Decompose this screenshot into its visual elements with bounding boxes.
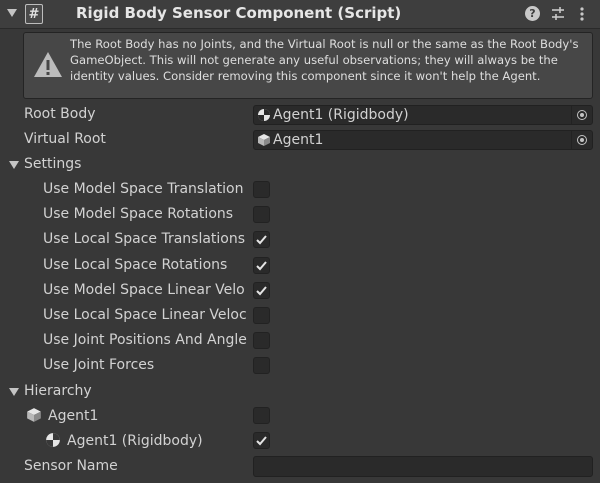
script-icon: # bbox=[25, 4, 43, 24]
collapse-arrow-icon[interactable] bbox=[7, 9, 17, 17]
sensor-name-input[interactable] bbox=[253, 456, 593, 477]
hierarchy-foldout-arrow-icon[interactable] bbox=[9, 388, 19, 396]
object-picker-icon bbox=[577, 110, 587, 120]
checkmark-icon bbox=[256, 235, 267, 245]
gameobject-cube-icon bbox=[258, 134, 270, 146]
warning-helpbox: The Root Body has no Joints, and the Vir… bbox=[23, 32, 593, 99]
virtual-root-field[interactable]: Agent1 bbox=[253, 130, 593, 150]
object-picker-icon bbox=[577, 135, 587, 145]
warning-icon bbox=[34, 52, 62, 77]
help-icon[interactable]: ? bbox=[525, 6, 540, 21]
virtual-root-value: Agent1 bbox=[273, 132, 324, 148]
setting-checkbox[interactable] bbox=[253, 307, 270, 324]
setting-label: Use Model Space Translation bbox=[43, 181, 244, 197]
presets-sliders-icon[interactable] bbox=[550, 6, 566, 22]
root-body-value: Agent1 (Rigidbody) bbox=[273, 107, 409, 123]
hierarchy-checkbox[interactable] bbox=[253, 407, 270, 424]
hierarchy-foldout-label[interactable]: Hierarchy bbox=[24, 383, 92, 399]
setting-label: Use Local Space Translations bbox=[43, 231, 246, 247]
object-picker-button[interactable] bbox=[571, 131, 592, 149]
checkmark-icon bbox=[256, 261, 267, 271]
setting-label: Use Local Space Rotations bbox=[43, 257, 228, 273]
root-body-label: Root Body bbox=[24, 106, 96, 122]
rigidbody-icon bbox=[46, 433, 60, 447]
hierarchy-item-label: Agent1 bbox=[48, 408, 99, 424]
setting-checkbox[interactable] bbox=[253, 332, 270, 349]
hierarchy-item-label: Agent1 (Rigidbody) bbox=[67, 433, 203, 449]
setting-checkbox[interactable] bbox=[253, 257, 270, 274]
setting-label: Use Local Space Linear Veloc bbox=[43, 307, 247, 323]
checkmark-icon bbox=[256, 286, 267, 296]
setting-label: Use Model Space Rotations bbox=[43, 206, 234, 222]
setting-label: Use Joint Positions And Angle bbox=[43, 332, 247, 348]
object-picker-button[interactable] bbox=[571, 106, 592, 124]
setting-label: Use Joint Forces bbox=[43, 357, 155, 373]
gameobject-cube-icon bbox=[27, 408, 41, 422]
setting-checkbox[interactable] bbox=[253, 206, 270, 223]
checkmark-icon bbox=[256, 436, 267, 446]
setting-checkbox[interactable] bbox=[253, 231, 270, 248]
context-menu-icon[interactable] bbox=[578, 5, 586, 23]
setting-checkbox[interactable] bbox=[253, 282, 270, 299]
setting-checkbox[interactable] bbox=[253, 181, 270, 198]
settings-foldout-label[interactable]: Settings bbox=[24, 156, 81, 172]
component-header: # Rigid Body Sensor Component (Script) ? bbox=[0, 0, 600, 29]
component-title: Rigid Body Sensor Component (Script) bbox=[76, 4, 402, 22]
rigidbody-icon bbox=[258, 109, 270, 121]
virtual-root-label: Virtual Root bbox=[24, 131, 106, 147]
hierarchy-checkbox[interactable] bbox=[253, 432, 270, 449]
settings-foldout-arrow-icon[interactable] bbox=[9, 161, 19, 169]
sensor-name-label: Sensor Name bbox=[24, 458, 118, 474]
warning-message: The Root Body has no Joints, and the Vir… bbox=[70, 37, 579, 83]
setting-label: Use Model Space Linear Velo bbox=[43, 282, 245, 298]
root-body-field[interactable]: Agent1 (Rigidbody) bbox=[253, 105, 593, 125]
setting-checkbox[interactable] bbox=[253, 357, 270, 374]
